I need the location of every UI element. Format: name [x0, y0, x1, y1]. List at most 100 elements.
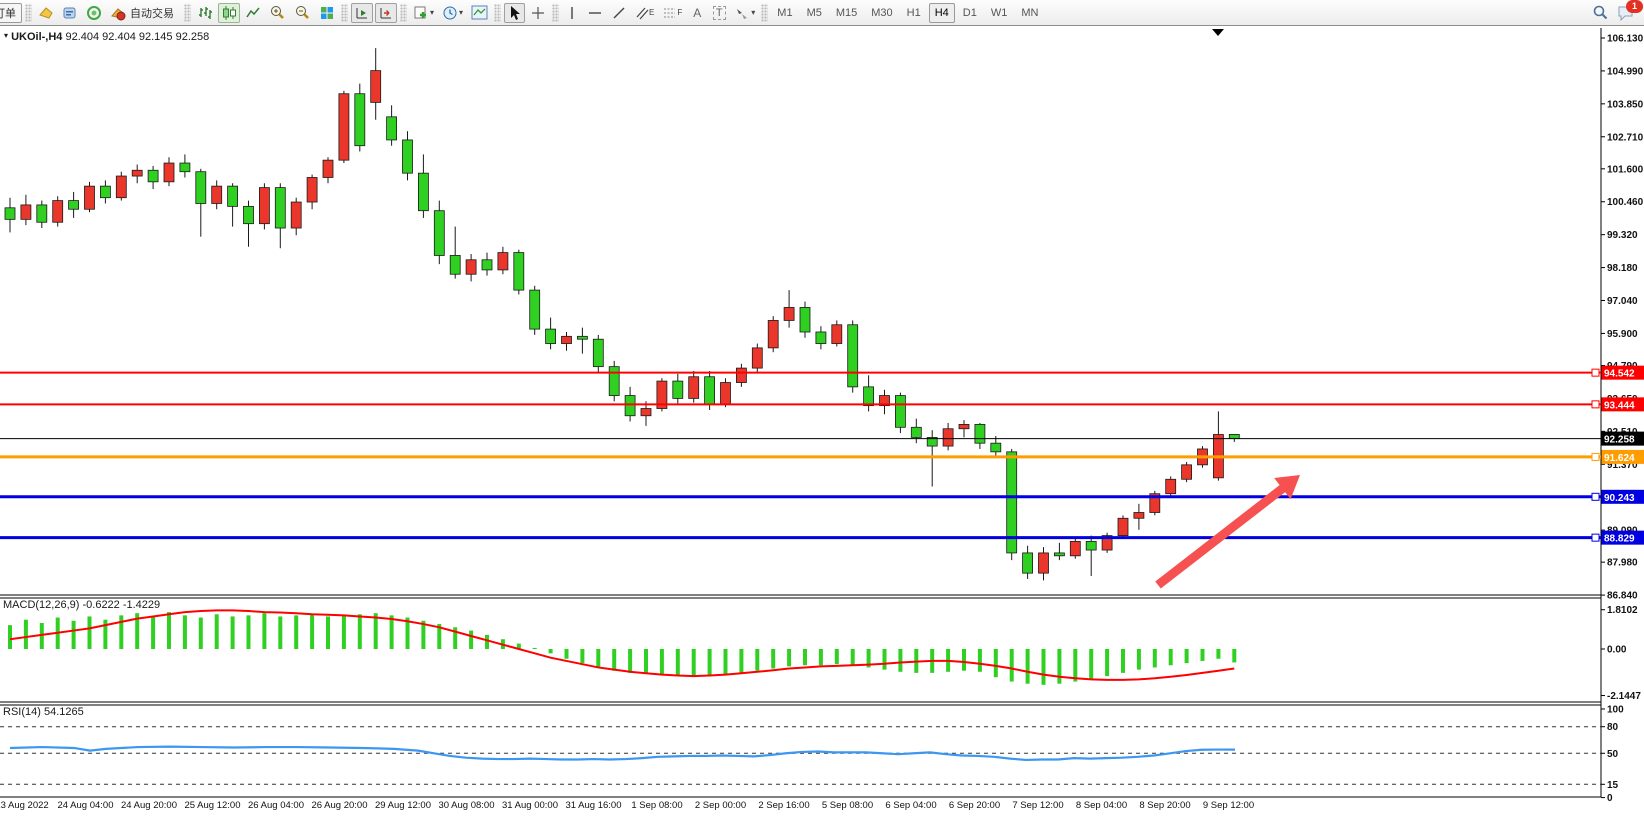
auto-scroll-icon[interactable] [351, 3, 373, 23]
period-clock-button[interactable]: ▾ [439, 3, 466, 23]
symbol-dropdown-marker[interactable]: ▾ [4, 31, 8, 40]
time-axis-label[interactable]: 26 Aug 04:00 [248, 800, 304, 811]
text-tool-icon[interactable]: A [687, 3, 707, 23]
candle [85, 182, 95, 212]
candle [577, 328, 587, 354]
price-tick-label: 106.130 [1607, 33, 1644, 44]
candle [943, 423, 953, 450]
candle [689, 371, 699, 403]
time-axis-label[interactable]: 30 Aug 08:00 [439, 800, 495, 811]
chart-canvas[interactable]: 106.130104.990103.850102.710101.600100.4… [0, 0, 1644, 818]
line-chart-mode-icon[interactable] [242, 3, 264, 23]
timeframe-button-d1[interactable]: D1 [957, 3, 983, 23]
time-axis-label[interactable]: 5 Sep 08:00 [822, 800, 873, 811]
candle [864, 375, 874, 411]
new-order-button[interactable]: 订单 [0, 3, 22, 23]
horizontal-line-tool-icon[interactable] [584, 3, 606, 23]
candle [100, 180, 110, 203]
time-axis-label[interactable]: 29 Aug 12:00 [375, 800, 431, 811]
timeframe-button-m5[interactable]: M5 [801, 3, 828, 23]
trendline-tool-icon[interactable] [608, 3, 630, 23]
timeframe-button-mn[interactable]: MN [1015, 3, 1044, 23]
time-axis-label[interactable]: 24 Aug 04:00 [58, 800, 114, 811]
ohlc-readout: 92.404 92.404 92.145 92.258 [65, 31, 209, 43]
time-axis-label[interactable]: 2 Sep 00:00 [695, 800, 746, 811]
cursor-tool-icon[interactable] [504, 3, 525, 23]
time-axis-label[interactable]: 8 Sep 04:00 [1076, 800, 1127, 811]
search-icon[interactable] [1589, 3, 1612, 23]
candle [752, 344, 762, 373]
time-axis-label[interactable]: 26 Aug 20:00 [312, 800, 368, 811]
auto-trading-button[interactable]: 自动交易 [107, 3, 181, 23]
template-icon[interactable] [468, 3, 491, 23]
last-bar-marker-icon [1212, 29, 1224, 36]
candle [816, 326, 826, 349]
toolbar-grip [184, 4, 191, 22]
price-tick-label: 103.850 [1607, 99, 1644, 110]
level-line-handle[interactable] [1592, 453, 1599, 460]
ticker-icon[interactable] [35, 3, 57, 23]
candle [880, 390, 890, 415]
channel-tool-icon[interactable]: E [632, 3, 657, 23]
chat-unread-badge: 1 [1626, 0, 1643, 13]
price-level-badge-label: 92.258 [1604, 435, 1635, 446]
price-tick-label: 99.320 [1607, 230, 1638, 241]
timeframe-button-w1[interactable]: W1 [985, 3, 1014, 23]
level-line-handle[interactable] [1592, 493, 1599, 500]
level-line-handle[interactable] [1592, 369, 1599, 376]
timeframe-button-m30[interactable]: M30 [865, 3, 898, 23]
navigator-icon[interactable] [83, 3, 105, 23]
toolbar-grip [761, 4, 768, 22]
candle [1134, 504, 1144, 530]
vertical-line-tool-icon[interactable] [562, 3, 582, 23]
toolbar-grip [25, 4, 32, 22]
time-axis-label[interactable]: 2 Sep 16:00 [758, 800, 809, 811]
zoom-out-icon[interactable] [291, 3, 314, 23]
level-line-handle[interactable] [1592, 401, 1599, 408]
tile-windows-icon[interactable] [316, 3, 338, 23]
text-label-tool-icon[interactable]: T [709, 3, 729, 23]
arrows-tool-icon[interactable]: ▾ [731, 3, 758, 23]
time-axis-label[interactable]: 31 Aug 16:00 [566, 800, 622, 811]
timeframe-button-m15[interactable]: M15 [830, 3, 863, 23]
time-axis-label[interactable]: 7 Sep 12:00 [1012, 800, 1063, 811]
macd-indicator-label: MACD(12,26,9) -0.6222 -1.4229 [3, 599, 160, 611]
candle [196, 169, 206, 237]
time-axis-label[interactable]: 9 Sep 12:00 [1203, 800, 1254, 811]
price-tick-label: 104.990 [1607, 66, 1644, 77]
candle [434, 201, 444, 265]
fibonacci-tool-icon[interactable]: F [659, 3, 685, 23]
new-chart-button[interactable]: ▾ [410, 3, 437, 23]
price-tick-label: 101.600 [1607, 164, 1644, 175]
annotation-arrow-shaft[interactable] [1158, 484, 1289, 585]
chat-button[interactable]: 1 [1614, 3, 1638, 23]
timeframe-button-h4[interactable]: H4 [929, 3, 955, 23]
candle [911, 419, 921, 444]
time-axis-label[interactable]: 23 Aug 2022 [0, 800, 49, 811]
time-axis-label[interactable]: 25 Aug 12:00 [185, 800, 241, 811]
time-axis-label[interactable]: 6 Sep 20:00 [949, 800, 1000, 811]
candlestick-mode-icon[interactable] [218, 3, 240, 23]
level-line-handle[interactable] [1592, 534, 1599, 541]
zoom-in-icon[interactable] [266, 3, 289, 23]
depth-of-market-icon[interactable] [59, 3, 81, 23]
bar-chart-mode-icon[interactable] [194, 3, 216, 23]
time-axis-label[interactable]: 8 Sep 20:00 [1139, 800, 1190, 811]
rsi-tick-label: 80 [1607, 722, 1619, 733]
time-axis-label[interactable]: 6 Sep 04:00 [885, 800, 936, 811]
time-axis-label[interactable]: 1 Sep 08:00 [631, 800, 682, 811]
candle [116, 172, 126, 201]
macd-tick-label: -2.1447 [1607, 691, 1641, 702]
candle [991, 436, 1001, 458]
candle [1182, 462, 1192, 482]
timeframe-button-m1[interactable]: M1 [771, 3, 798, 23]
crosshair-tool-icon[interactable] [527, 3, 549, 23]
time-axis-label[interactable]: 24 Aug 20:00 [121, 800, 177, 811]
candle [466, 254, 476, 281]
chart-shift-icon[interactable] [375, 3, 397, 23]
rsi-tick-label: 100 [1607, 704, 1624, 715]
candle [562, 332, 572, 351]
time-axis-label[interactable]: 31 Aug 00:00 [502, 800, 558, 811]
timeframe-button-h1[interactable]: H1 [901, 3, 927, 23]
candle [212, 180, 222, 209]
